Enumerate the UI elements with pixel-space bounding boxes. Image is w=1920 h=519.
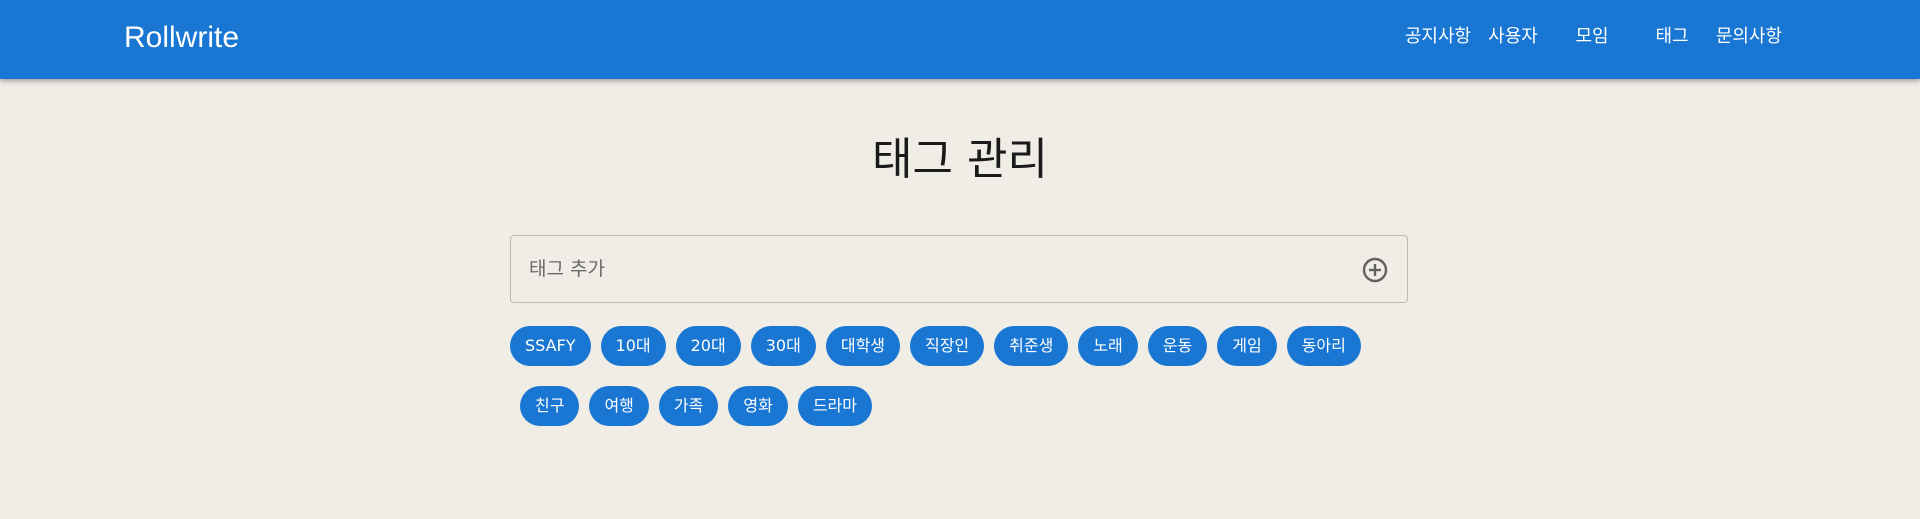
- nav-link-groups[interactable]: 모임: [1552, 25, 1632, 49]
- tag-chip[interactable]: 드라마: [797, 386, 872, 426]
- tag-input[interactable]: [511, 236, 1351, 302]
- tag-chip[interactable]: 여행: [589, 386, 649, 426]
- tag-chip[interactable]: 친구: [520, 386, 580, 426]
- tag-chip[interactable]: 10대: [600, 326, 666, 366]
- nav-links: 공지사항 사용자 모임 태그 문의사항: [1402, 0, 1786, 79]
- add-circle-outline-icon[interactable]: [1361, 256, 1389, 284]
- tag-chip[interactable]: 노래: [1078, 326, 1138, 366]
- brand-logo[interactable]: Rollwrite: [124, 20, 239, 56]
- tag-chip[interactable]: 20대: [675, 326, 741, 366]
- tag-chip[interactable]: SSAFY: [510, 326, 591, 366]
- tag-chip[interactable]: 게임: [1217, 326, 1277, 366]
- tag-chip[interactable]: 가족: [658, 386, 719, 426]
- top-navbar: Rollwrite 공지사항 사용자 모임 태그 문의사항: [0, 0, 1920, 79]
- nav-link-tags[interactable]: 태그: [1632, 25, 1712, 49]
- tag-chip[interactable]: 영화: [728, 386, 788, 426]
- tag-list: SSAFY 10대 20대 30대 대학생 직장인 취준생 노래 운동 게임 동…: [510, 326, 1410, 446]
- nav-link-notice[interactable]: 공지사항: [1402, 25, 1474, 49]
- tag-row: 친구 여행 가족 영화 드라마: [510, 386, 1410, 426]
- nav-link-inquiry[interactable]: 문의사항: [1712, 25, 1786, 49]
- tag-chip[interactable]: 30대: [750, 326, 816, 366]
- tag-chip[interactable]: 직장인: [909, 326, 985, 366]
- tag-chip[interactable]: 취준생: [994, 326, 1069, 366]
- tag-chip[interactable]: 운동: [1147, 326, 1208, 366]
- tag-chip[interactable]: 대학생: [825, 326, 900, 366]
- tag-row: SSAFY 10대 20대 30대 대학생 직장인 취준생 노래 운동 게임 동…: [510, 326, 1410, 366]
- tag-chip[interactable]: 동아리: [1286, 326, 1361, 366]
- page-title: 태그 관리: [872, 134, 1048, 185]
- nav-link-users[interactable]: 사용자: [1474, 25, 1552, 49]
- tag-input-container: [510, 235, 1408, 303]
